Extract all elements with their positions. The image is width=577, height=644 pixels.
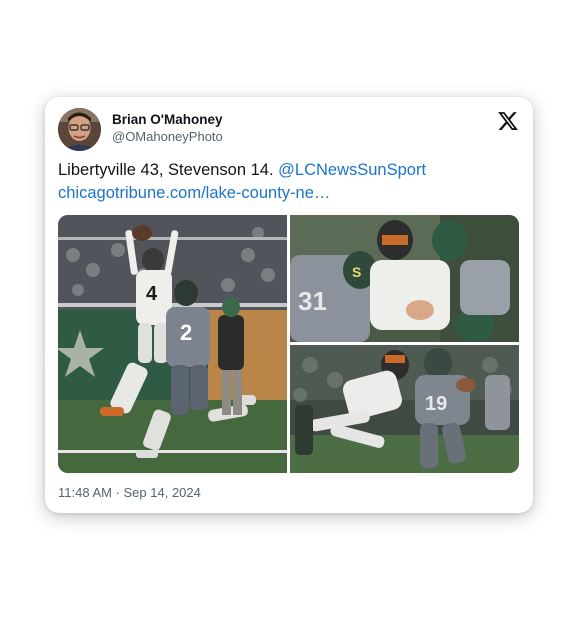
svg-text:S: S <box>352 264 361 280</box>
author-display-name[interactable]: Brian O'Mahoney <box>112 111 223 128</box>
photo-3[interactable]: 19 <box>290 345 519 473</box>
tweet-body: Libertyville 43, Stevenson 14. <box>58 161 279 179</box>
tweet-timestamp[interactable]: 11:48 AM · Sep 14, 2024 <box>58 485 201 500</box>
mention-link[interactable]: @LCNewsSunSport <box>278 161 426 179</box>
svg-text:4: 4 <box>146 283 158 305</box>
avatar[interactable] <box>58 108 101 151</box>
article-link[interactable]: chicagotribune.com/lake-county-ne… <box>58 184 330 202</box>
x-logo-icon[interactable] <box>497 110 519 132</box>
photo-1[interactable]: 4 2 <box>58 215 287 473</box>
photo-2[interactable]: 31 S <box>290 215 519 342</box>
author-names: Brian O'Mahoney @OMahoneyPhoto <box>112 111 223 146</box>
author-handle[interactable]: @OMahoneyPhoto <box>112 128 223 146</box>
media-grid: 4 2 31 S 19 <box>58 215 519 473</box>
tweet-text: Libertyville 43, Stevenson 14. @LCNewsSu… <box>58 159 519 205</box>
svg-text:31: 31 <box>298 286 327 316</box>
tweet-header: Brian O'Mahoney @OMahoneyPhoto <box>58 108 519 152</box>
svg-text:2: 2 <box>180 320 192 345</box>
svg-text:19: 19 <box>425 393 447 415</box>
tweet-card[interactable]: Brian O'Mahoney @OMahoneyPhoto Libertyvi… <box>45 97 533 513</box>
